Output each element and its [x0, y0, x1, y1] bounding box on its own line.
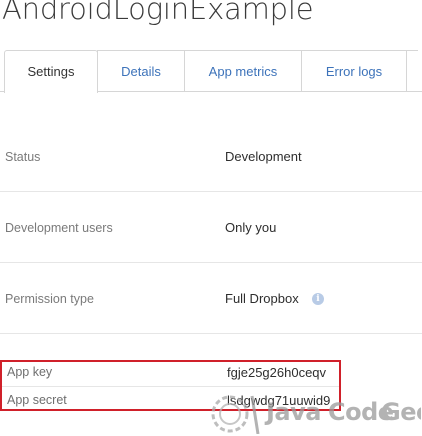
tab-overflow-edge	[406, 50, 418, 91]
app-key-value[interactable]: fgje25g26h0ceqv	[227, 365, 326, 380]
development-users-row: Development users Only you	[0, 192, 422, 262]
tab-settings[interactable]: Settings	[4, 50, 98, 93]
status-label: Status	[5, 150, 41, 164]
watermark-gear-icon	[211, 395, 260, 434]
status-row: Status Development	[0, 122, 422, 192]
app-title: AndroidLoginExample	[2, 0, 314, 26]
development-users-label: Development users	[5, 221, 113, 235]
development-users-value: Only you	[225, 220, 277, 235]
tab-error-logs[interactable]: Error logs	[301, 50, 407, 91]
app-key-label: App key	[7, 365, 53, 379]
watermark-java: Java	[266, 398, 321, 426]
tab-bar: Settings Details App metrics Error logs	[0, 50, 422, 93]
row-divider	[2, 386, 339, 387]
app-secret-label: App secret	[7, 393, 67, 407]
permission-type-label: Permission type	[5, 292, 94, 306]
permission-type-value: Full Dropbox	[225, 291, 299, 306]
info-icon[interactable]: i	[312, 293, 324, 305]
watermark-logo: Java Code Geeks	[206, 388, 422, 434]
tab-app-metrics[interactable]: App metrics	[184, 50, 302, 91]
watermark-geeks: Geeks	[381, 398, 421, 426]
row-divider	[0, 333, 422, 334]
status-value: Development	[225, 149, 302, 164]
tab-details[interactable]: Details	[97, 50, 185, 91]
permission-type-row: Permission type Full Dropbox i	[0, 263, 422, 333]
